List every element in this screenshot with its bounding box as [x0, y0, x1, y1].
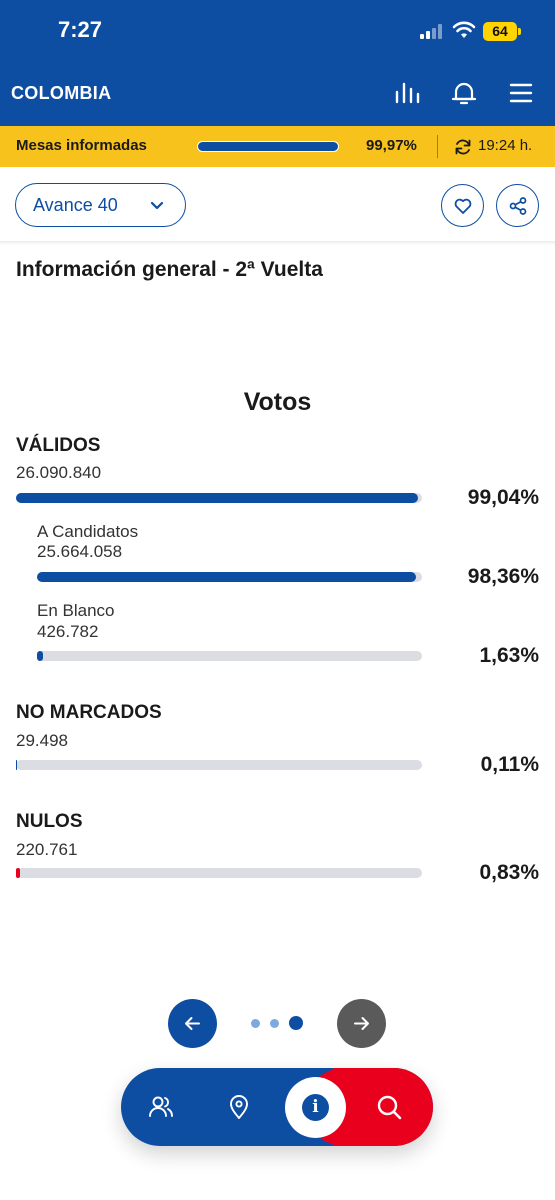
bar-chart-icon[interactable] — [392, 78, 422, 108]
battery-indicator: 64 — [483, 22, 521, 41]
no-marcados-label: NO MARCADOS — [16, 702, 162, 723]
bell-icon[interactable] — [449, 78, 479, 108]
no-marcados-bar — [16, 760, 422, 770]
app-header: 7:27 64 COLOMBIA — [0, 0, 555, 126]
section-divider — [0, 241, 555, 245]
share-button[interactable] — [496, 184, 539, 227]
share-icon — [509, 197, 527, 215]
blanco-fill — [37, 651, 44, 661]
mesas-divider — [437, 135, 438, 158]
no-marcados-value: 29.498 — [16, 731, 68, 750]
mesas-percent: 99,97% — [366, 137, 417, 154]
nulos-bar — [16, 868, 422, 878]
validos-percent: 99,04% — [467, 486, 539, 509]
page-dot-1[interactable] — [251, 1019, 260, 1028]
search-icon[interactable] — [374, 1092, 404, 1122]
candidatos-percent: 98,36% — [467, 565, 539, 588]
mesas-fill — [198, 142, 338, 151]
blanco-label: En Blanco — [37, 601, 115, 620]
favorite-button[interactable] — [441, 184, 484, 227]
candidatos-bar — [37, 572, 422, 582]
validos-bar — [16, 493, 422, 503]
update-time: 19:24 h. — [478, 137, 533, 154]
avance-dropdown[interactable]: Avance 40 — [15, 183, 186, 227]
page-dot-3[interactable] — [289, 1016, 303, 1030]
blanco-bar — [37, 651, 422, 661]
arrow-right-icon — [354, 1017, 369, 1030]
previous-button[interactable] — [168, 999, 217, 1048]
mesas-track — [197, 141, 339, 152]
chevron-down-icon — [150, 201, 164, 210]
bottom-navigation: i — [121, 1068, 433, 1146]
validos-value: 26.090.840 — [16, 463, 102, 482]
no-marcados-percent: 0,11% — [480, 753, 539, 776]
nulos-percent: 0,83% — [479, 861, 539, 884]
page-dot-2[interactable] — [270, 1019, 279, 1028]
menu-icon[interactable] — [506, 78, 536, 108]
blanco-value: 426.782 — [37, 622, 99, 641]
wifi-icon — [452, 21, 476, 38]
candidatos-label: A Candidatos — [37, 522, 139, 541]
page-title: Información general - 2ª Vuelta — [16, 258, 323, 281]
validos-fill — [16, 493, 419, 503]
next-button[interactable] — [337, 999, 386, 1048]
refresh-icon[interactable] — [453, 137, 473, 157]
country-title[interactable]: COLOMBIA — [11, 83, 111, 104]
location-pin-icon[interactable] — [224, 1092, 254, 1122]
heart-icon — [454, 198, 472, 214]
votos-heading: Votos — [243, 388, 312, 416]
nulos-fill — [16, 868, 20, 878]
blanco-percent: 1,63% — [479, 644, 539, 667]
nulos-label: NULOS — [16, 811, 83, 832]
people-icon[interactable] — [146, 1092, 176, 1122]
arrow-left-icon — [185, 1017, 200, 1030]
cellular-signal-icon — [420, 23, 446, 39]
mesas-label: Mesas informadas — [16, 137, 147, 154]
candidatos-value: 25.664.058 — [37, 542, 123, 561]
status-time: 7:27 — [58, 17, 103, 42]
nulos-value: 220.761 — [16, 840, 78, 859]
candidatos-fill — [37, 572, 416, 582]
validos-label: VÁLIDOS — [16, 435, 101, 456]
avance-label: Avance 40 — [33, 195, 118, 215]
info-tab-active[interactable]: i — [285, 1077, 346, 1138]
info-icon: i — [302, 1094, 329, 1121]
